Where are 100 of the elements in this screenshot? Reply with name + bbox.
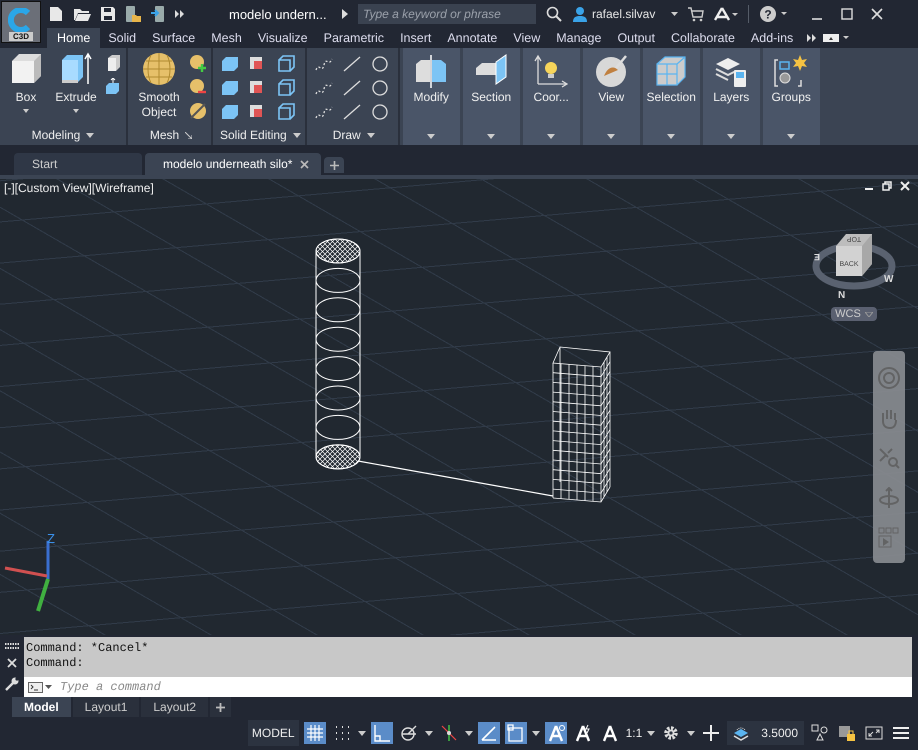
- connector-line[interactable]: [358, 460, 554, 497]
- modify-panel-button[interactable]: Modify: [402, 48, 460, 145]
- panel-title[interactable]: Modeling: [32, 128, 80, 142]
- draw-tool-icon[interactable]: [342, 103, 362, 121]
- caret-icon[interactable]: [464, 730, 473, 736]
- grip-icon[interactable]: [5, 643, 19, 650]
- layout-tab[interactable]: Layout2: [141, 697, 208, 717]
- coordinate-system-dropdown[interactable]: WCS: [831, 307, 877, 321]
- document-tab[interactable]: Start: [14, 153, 142, 175]
- ribbon-tab[interactable]: Home: [47, 28, 100, 48]
- layout-tab[interactable]: Model: [12, 697, 71, 717]
- grid-toggle-icon[interactable]: [304, 722, 326, 744]
- user-name[interactable]: rafael.silvav: [592, 7, 656, 21]
- command-prompt-icon[interactable]: [28, 682, 52, 692]
- wrench-icon[interactable]: [5, 676, 19, 691]
- maximize-icon[interactable]: [841, 8, 854, 20]
- cart-icon[interactable]: [688, 6, 704, 22]
- coordinates-icon: [534, 54, 568, 88]
- coordinates-panel-button[interactable]: Coor...: [522, 48, 580, 145]
- mesh-edit-icon[interactable]: [189, 102, 207, 120]
- triangle-logo-icon[interactable]: [714, 7, 738, 21]
- draw-tool-icon[interactable]: [342, 55, 362, 73]
- user-icon[interactable]: [572, 6, 588, 22]
- box-wireframe-drawing[interactable]: [552, 346, 611, 502]
- caret-icon[interactable]: [424, 730, 433, 736]
- app-logo[interactable]: C3D: [1, 1, 41, 43]
- viewport-label[interactable]: [-][Custom View][Wireframe]: [4, 181, 154, 195]
- caret-icon[interactable]: [532, 730, 540, 736]
- ribbon-tab[interactable]: Surface: [144, 28, 204, 48]
- mesh-remove-icon[interactable]: [189, 78, 207, 96]
- layer-stack-icon[interactable]: [733, 725, 750, 741]
- model-space-button[interactable]: MODEL: [248, 720, 299, 746]
- caret-icon[interactable]: [647, 730, 656, 736]
- save-icon[interactable]: [100, 6, 116, 22]
- new-tab-button[interactable]: [324, 157, 344, 173]
- ribbon-tab[interactable]: Visualize: [250, 28, 316, 48]
- mesh-add-icon[interactable]: [189, 54, 207, 72]
- phone-folder-icon[interactable]: [125, 5, 141, 23]
- ribbon-tab[interactable]: Mesh: [203, 28, 250, 48]
- solid-edit-icon[interactable]: [220, 55, 240, 73]
- ribbon-tab[interactable]: Collaborate: [662, 28, 743, 48]
- launcher-icon[interactable]: [185, 132, 192, 138]
- lineweight-toggle-icon[interactable]: [478, 722, 500, 744]
- caret-icon[interactable]: [358, 730, 366, 736]
- solid-edit-icon[interactable]: [276, 103, 296, 121]
- document-tab[interactable]: modelo underneath silo*: [145, 153, 322, 175]
- annotation-scale-button[interactable]: 1:1: [626, 726, 642, 740]
- view-icon: [594, 54, 628, 88]
- layers-panel-button[interactable]: Layers: [702, 48, 760, 145]
- ribbon-toggle-icon[interactable]: [823, 34, 850, 42]
- ribbon-tab[interactable]: Parametric: [316, 28, 392, 48]
- restore-icon[interactable]: [882, 181, 892, 191]
- caret-icon[interactable]: [671, 12, 678, 16]
- new-layout-button[interactable]: [210, 697, 232, 717]
- search-field[interactable]: Type a keyword or phrase: [358, 4, 536, 24]
- selection-panel-button[interactable]: Selection: [642, 48, 700, 145]
- cylinder-wireframe-drawing[interactable]: [316, 238, 360, 470]
- panel-title[interactable]: Mesh: [150, 128, 180, 142]
- panel-title[interactable]: Solid Editing: [220, 128, 287, 142]
- presspull-icon[interactable]: [104, 78, 122, 96]
- panel-title[interactable]: Draw: [332, 128, 361, 142]
- groups-panel-button[interactable]: Groups: [762, 48, 820, 145]
- caret-icon[interactable]: [86, 132, 94, 138]
- ribbon-tab[interactable]: Solid: [100, 28, 144, 48]
- ucs-toggle-icon[interactable]: [504, 722, 527, 744]
- draw-tool-icon[interactable]: [370, 103, 390, 121]
- phone-arrow-icon[interactable]: [150, 5, 166, 23]
- view-panel-button[interactable]: View: [582, 48, 640, 145]
- command-field[interactable]: Type a command: [24, 677, 912, 697]
- folder-icon[interactable]: [73, 6, 91, 22]
- ribbon-tab[interactable]: Insert: [392, 28, 440, 48]
- solid-edit-icon[interactable]: [220, 103, 240, 121]
- caret-icon[interactable]: [366, 132, 375, 138]
- ribbon-tab[interactable]: Add-ins: [742, 28, 802, 48]
- draw-tool-icon[interactable]: [370, 79, 390, 97]
- ribbon-tab[interactable]: Annotate: [439, 28, 506, 48]
- annotation-toggle-icon[interactable]: [544, 722, 567, 744]
- layout-tab[interactable]: Layout1: [72, 697, 140, 717]
- solid-edit-icon[interactable]: [220, 79, 240, 97]
- caret-icon[interactable]: [292, 132, 301, 138]
- close-icon[interactable]: [7, 658, 17, 668]
- draw-tool-icon[interactable]: [342, 79, 362, 97]
- ribbon-tab[interactable]: Output: [609, 28, 663, 48]
- draw-tool-icon[interactable]: [370, 55, 390, 73]
- ortho-toggle-icon[interactable]: [370, 722, 393, 744]
- caret-icon[interactable]: [687, 730, 696, 736]
- more-icon[interactable]: [807, 33, 818, 43]
- search-icon[interactable]: [546, 6, 562, 22]
- solid-edit-icon[interactable]: [276, 55, 296, 73]
- extrude-tool-button[interactable]: Extrude: [54, 52, 98, 125]
- box-tool-button[interactable]: Box: [4, 52, 48, 125]
- more-icon[interactable]: [175, 9, 185, 19]
- solid-edit-icon[interactable]: [276, 79, 296, 97]
- ribbon-tab[interactable]: View: [505, 28, 548, 48]
- play-arrow-icon[interactable]: [342, 9, 348, 19]
- smooth-object-button[interactable]: Smooth Object: [135, 52, 183, 125]
- section-panel-button[interactable]: Section: [462, 48, 520, 145]
- close-icon[interactable]: [871, 8, 884, 20]
- ribbon-tab[interactable]: Manage: [548, 28, 610, 48]
- new-file-icon[interactable]: [48, 6, 64, 22]
